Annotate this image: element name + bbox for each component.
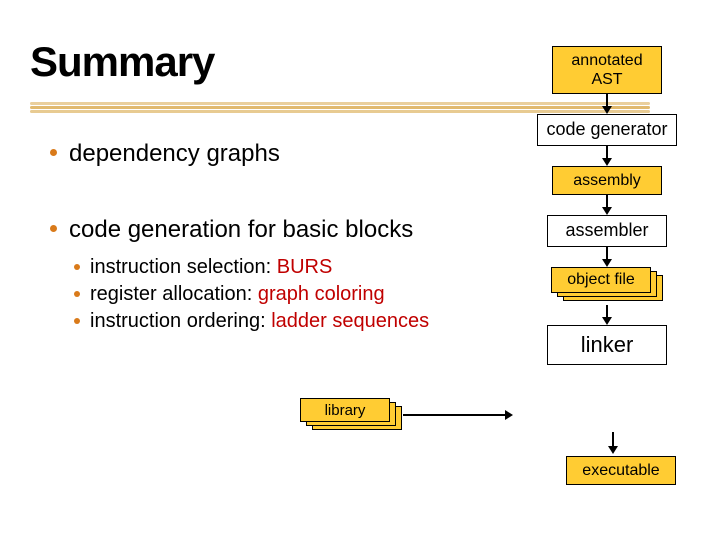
sub-highlight: graph coloring [258, 283, 385, 305]
arrow-right-icon [403, 409, 513, 421]
node-assembler: assembler [547, 215, 667, 247]
sub-bullet-3: instruction ordering: ladder sequences [74, 310, 480, 333]
node-object-file: object file [551, 267, 651, 293]
sub-highlight: ladder sequences [271, 310, 429, 332]
arrow-down-icon [602, 305, 612, 325]
bullet-1-text: dependency graphs [69, 140, 280, 168]
sub-bullet-2: register allocation: graph coloring [74, 283, 480, 306]
sub-bullet-3-text: instruction ordering: ladder sequences [90, 310, 429, 333]
sub-bullet-list: instruction selection: BURS register all… [74, 256, 480, 333]
bullet-dot-icon [74, 264, 80, 270]
node-object-file-stack: object file [551, 267, 663, 299]
arrow-down-icon [602, 195, 612, 215]
node-annotated-ast: annotated AST [552, 46, 662, 94]
bullet-dot-icon [74, 318, 80, 324]
bullet-1: dependency graphs [50, 140, 480, 168]
arrow-down-icon [602, 146, 612, 166]
node-library-stack: library [300, 398, 402, 430]
slide-title: Summary [30, 38, 214, 86]
bullet-2-group: code generation for basic blocks instruc… [50, 216, 480, 333]
bullet-dot-icon [74, 291, 80, 297]
sub-plain: instruction selection: [90, 256, 277, 278]
node-assembly: assembly [552, 166, 662, 195]
bullet-dot-icon [50, 149, 57, 156]
sub-plain: register allocation: [90, 283, 258, 305]
sub-plain: instruction ordering: [90, 310, 271, 332]
node-library: library [300, 398, 390, 422]
sub-bullet-1-text: instruction selection: BURS [90, 256, 332, 279]
node-linker: linker [547, 325, 667, 365]
bullet-2-text: code generation for basic blocks [69, 216, 413, 244]
bullet-2: code generation for basic blocks [50, 216, 480, 244]
content-area: dependency graphs code generation for ba… [50, 140, 480, 337]
flow-diagram: annotated AST code generator assembly as… [522, 46, 692, 365]
sub-bullet-2-text: register allocation: graph coloring [90, 283, 385, 306]
node-executable: executable [566, 456, 676, 485]
node-code-generator: code generator [537, 114, 677, 146]
sub-highlight: BURS [277, 256, 333, 278]
sub-bullet-1: instruction selection: BURS [74, 256, 480, 279]
arrow-down-icon [608, 432, 618, 454]
arrow-down-icon [602, 94, 612, 114]
arrow-down-icon [602, 247, 612, 267]
bullet-dot-icon [50, 225, 57, 232]
